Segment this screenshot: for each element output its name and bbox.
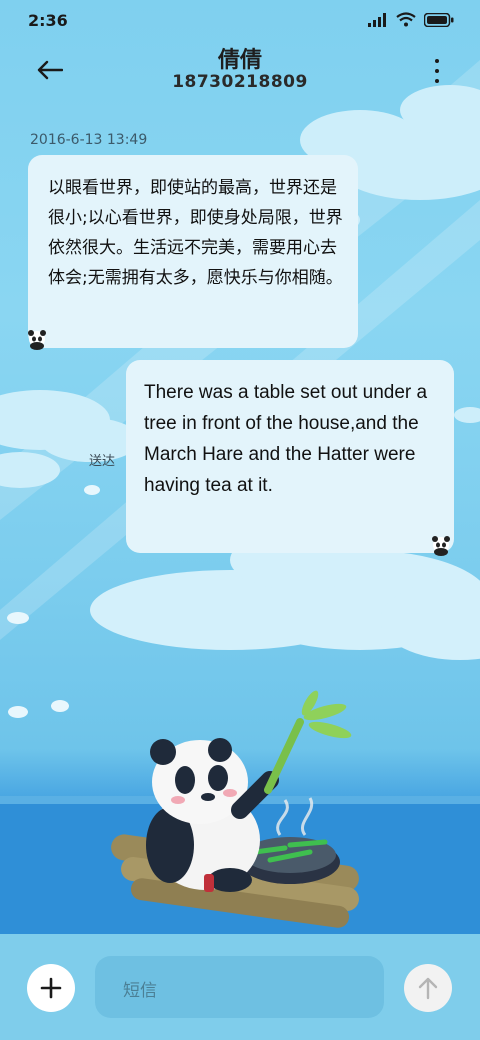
user-avatar-panda-icon bbox=[432, 536, 450, 556]
plus-icon bbox=[40, 977, 62, 999]
contact-phone-number: 18730218809 bbox=[172, 72, 308, 92]
status-time: 2:36 bbox=[28, 11, 68, 30]
status-bar: 2:36 bbox=[0, 0, 480, 40]
battery-icon bbox=[424, 12, 454, 27]
message-timestamp: 2016-6-13 13:49 bbox=[30, 132, 148, 148]
add-attachment-button[interactable] bbox=[27, 964, 75, 1012]
sms-input-placeholder: 短信 bbox=[123, 981, 157, 1001]
send-arrow-icon bbox=[418, 977, 438, 1000]
conversation-header: 倩倩 18730218809 bbox=[0, 40, 480, 100]
incoming-message-bubble[interactable]: 以眼看世界，即使站的最高，世界还是很小;以心看世界，即使身处局限，世界依然很大。… bbox=[28, 155, 358, 348]
outgoing-message-bubble[interactable]: There was a table set out under a tree i… bbox=[126, 360, 454, 553]
message-text: 以眼看世界，即使站的最高，世界还是很小;以心看世界，即使身处局限，世界依然很大。… bbox=[48, 178, 343, 288]
sms-input[interactable]: 短信 bbox=[95, 956, 384, 1018]
more-options-button[interactable] bbox=[430, 56, 444, 86]
wifi-icon bbox=[396, 12, 416, 27]
contact-avatar-panda-icon bbox=[28, 330, 46, 350]
compose-bar: 短信 bbox=[0, 934, 480, 1040]
status-icons bbox=[368, 12, 454, 27]
more-vertical-icon bbox=[435, 59, 439, 63]
send-button[interactable] bbox=[404, 964, 452, 1012]
delivery-status: 送达 bbox=[89, 454, 116, 469]
contact-name: 倩倩 bbox=[217, 48, 262, 73]
signal-icon bbox=[368, 12, 386, 27]
message-text: There was a table set out under a tree i… bbox=[144, 382, 428, 496]
